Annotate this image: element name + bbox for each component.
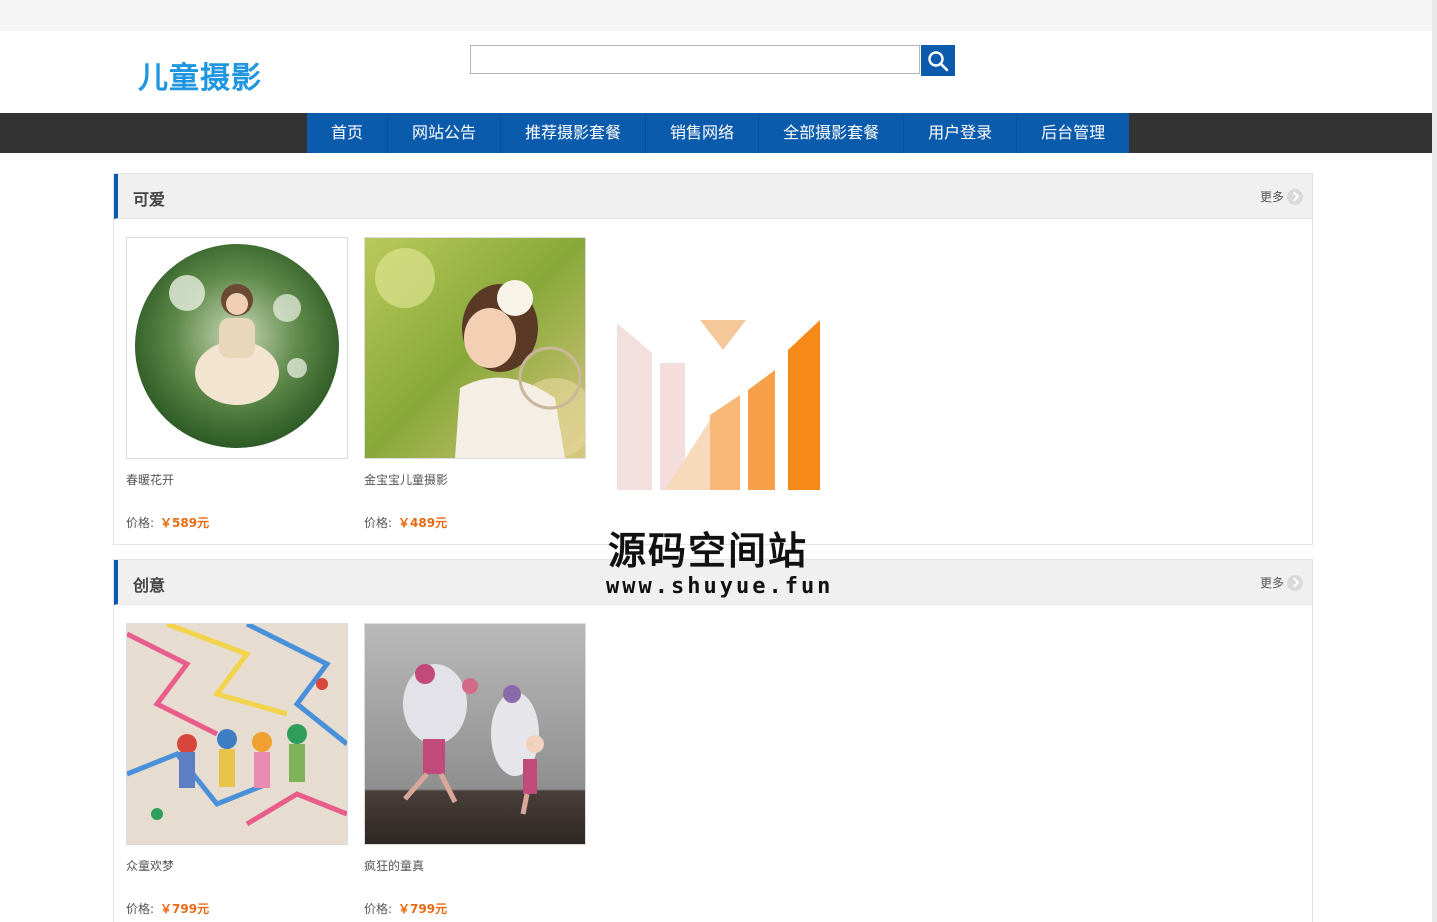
scrollbar[interactable]: [1432, 0, 1437, 922]
main-nav: 首页 网站公告 推荐摄影套餐 销售网络 全部摄影套餐 用户登录 后台管理: [0, 113, 1432, 153]
search-button[interactable]: [921, 45, 955, 76]
price-row: 价格: ￥799元: [126, 900, 348, 917]
price-label: 价格:: [364, 902, 393, 916]
more-link[interactable]: 更多: [1260, 574, 1303, 591]
product-card: 金宝宝儿童摄影 价格: ￥489元: [364, 237, 586, 531]
price-row: 价格: ￥489元: [364, 514, 586, 531]
section-title: 可爱: [133, 190, 166, 209]
product-image[interactable]: [126, 623, 348, 845]
site-header: 儿童摄影: [0, 31, 1437, 113]
top-strip: [0, 0, 1437, 31]
search-icon: [928, 51, 949, 72]
product-image[interactable]: [364, 237, 586, 459]
more-label: 更多: [1259, 190, 1284, 204]
section-title: 创意: [133, 576, 166, 595]
watermark-title: 源码空间站: [608, 529, 809, 573]
section-header: 可爱 更多: [114, 174, 1312, 219]
price-value: ￥799元: [398, 902, 448, 916]
product-name[interactable]: 疯狂的童真: [364, 857, 586, 874]
price-value: ￥489元: [398, 516, 448, 530]
product-name[interactable]: 众童欢梦: [126, 857, 348, 874]
section-cute: 可爱 更多 春暖花开 价格: ￥589元 金宝宝儿童摄影 价格: ￥489元: [113, 173, 1313, 545]
product-image[interactable]: [364, 623, 586, 845]
chevron-right-icon: [1287, 188, 1303, 205]
product-card: 春暖花开 价格: ￥589元: [126, 237, 348, 531]
product-card: 众童欢梦 价格: ￥799元: [126, 623, 348, 917]
product-name[interactable]: 春暖花开: [126, 471, 348, 488]
product-list: 春暖花开 价格: ￥589元 金宝宝儿童摄影 价格: ￥489元: [114, 219, 1312, 544]
nav-item-sales-network[interactable]: 销售网络: [646, 113, 760, 153]
price-row: 价格: ￥589元: [126, 514, 348, 531]
nav-item-all-packages[interactable]: 全部摄影套餐: [759, 113, 905, 153]
nav-items: 首页 网站公告 推荐摄影套餐 销售网络 全部摄影套餐 用户登录 后台管理: [307, 113, 1130, 153]
nav-item-admin[interactable]: 后台管理: [1017, 113, 1129, 153]
product-card: 疯狂的童真 价格: ￥799元: [364, 623, 586, 917]
product-list: 众童欢梦 价格: ￥799元 疯狂的童真 价格: ￥799元: [114, 605, 1312, 922]
more-label: 更多: [1259, 576, 1284, 590]
product-name[interactable]: 金宝宝儿童摄影: [364, 471, 586, 488]
chevron-right-icon: [1287, 574, 1303, 591]
product-image[interactable]: [126, 237, 348, 459]
nav-item-recommended-packages[interactable]: 推荐摄影套餐: [501, 113, 647, 153]
price-row: 价格: ￥799元: [364, 900, 586, 917]
search-input[interactable]: [470, 45, 920, 74]
price-label: 价格:: [126, 516, 155, 530]
nav-item-announcements[interactable]: 网站公告: [388, 113, 502, 153]
watermark-url: www.shuyue.fun: [606, 574, 834, 599]
price-label: 价格:: [126, 902, 155, 916]
price-value: ￥799元: [160, 902, 210, 916]
price-label: 价格:: [364, 516, 393, 530]
price-value: ￥589元: [160, 516, 210, 530]
nav-item-home[interactable]: 首页: [307, 113, 389, 153]
more-link[interactable]: 更多: [1260, 188, 1303, 205]
site-logo[interactable]: 儿童摄影: [138, 53, 262, 97]
nav-item-user-login[interactable]: 用户登录: [904, 113, 1018, 153]
section-creative: 创意 更多 众童欢梦 价格: ￥799元 疯狂的童真 价格: ￥799元: [113, 559, 1313, 922]
